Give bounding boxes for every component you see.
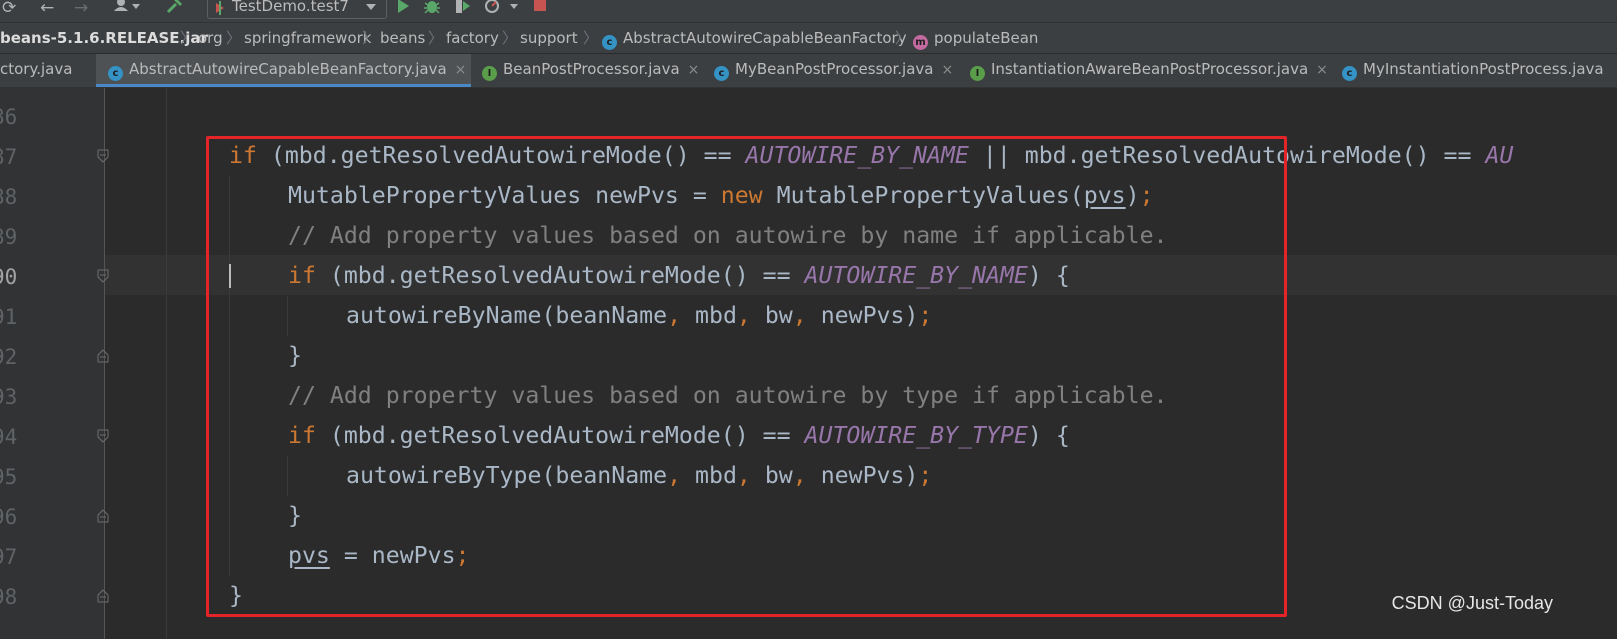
editor-gutter[interactable]: 86 87 88 89 90 91 92 93 94 95 96 97 98 (0, 88, 109, 639)
coverage-icon[interactable] (454, 0, 472, 18)
breadcrumb-class[interactable]: c AbstractAutowireCapableBeanFactory (602, 23, 907, 53)
line-number: 90 (0, 265, 18, 289)
editor-tabs: ctory.java c AbstractAutowireCapableBeanF… (0, 54, 1617, 88)
interface-icon: I (970, 66, 985, 81)
close-icon[interactable]: × (688, 62, 700, 78)
line-number: 87 (0, 145, 18, 169)
annotation-highlight-box (206, 136, 1287, 617)
tab-label: BeanPostProcessor.java (503, 60, 680, 78)
user-icon[interactable] (114, 0, 142, 18)
line-number: 86 (0, 105, 18, 129)
breadcrumb-separator: 〉 (428, 29, 444, 47)
breadcrumb-method-label: populateBean (934, 29, 1039, 47)
line-number: 89 (0, 225, 18, 249)
tab-instantiation-aware-bean-post-processor[interactable]: I InstantiationAwareBeanPostProcessor.jav… (964, 54, 1334, 87)
class-icon: c (714, 66, 729, 81)
tab-label: MyBeanPostProcessor.java (735, 60, 934, 78)
junit-config-icon (214, 0, 226, 15)
fold-end-icon[interactable] (97, 589, 109, 603)
tab-my-instantiation-post-process[interactable]: c MyInstantiationPostProcess.java (1336, 54, 1617, 87)
code-editor[interactable]: 86 87 88 89 90 91 92 93 94 95 96 97 98 (0, 88, 1617, 639)
close-icon[interactable]: × (1316, 62, 1328, 78)
class-icon: c (602, 35, 617, 50)
main-toolbar: ⟳ ← → TestDemo.test7 (0, 0, 1617, 23)
tab-label: ctory.java (0, 60, 73, 78)
class-icon: c (108, 66, 123, 81)
interface-icon: I (482, 66, 497, 81)
breadcrumb-class-label: AbstractAutowireCapableBeanFactory (623, 29, 907, 47)
tab-label: AbstractAutowireCapableBeanFactory.java (129, 60, 447, 78)
fold-collapse-icon[interactable] (97, 429, 109, 443)
method-icon: m (913, 35, 928, 50)
back-icon[interactable]: ← (40, 0, 54, 18)
fold-end-icon[interactable] (97, 509, 109, 523)
breadcrumb-separator: 〉 (180, 29, 196, 47)
breadcrumb-separator: 〉 (502, 29, 518, 47)
stop-icon[interactable] (533, 0, 547, 18)
tab-label: InstantiationAwareBeanPostProcessor.java (991, 60, 1309, 78)
build-hammer-icon[interactable] (166, 0, 184, 18)
line-number: 93 (0, 385, 18, 409)
line-number: 96 (0, 505, 18, 529)
tab-label: MyInstantiationPostProcess.java (1363, 60, 1604, 78)
navigation-breadcrumbs: beans-5.1.6.RELEASE.jar 〉 org 〉 springfr… (0, 23, 1617, 54)
breadcrumb-separator: 〉 (362, 29, 378, 47)
breadcrumb-factory[interactable]: factory (446, 23, 499, 53)
line-number: 92 (0, 345, 18, 369)
profile-icon[interactable] (484, 0, 520, 18)
line-number: 98 (0, 585, 18, 609)
run-icon[interactable] (395, 0, 411, 18)
chevron-down-icon (366, 4, 376, 10)
constant-truncated: AU (1485, 142, 1514, 169)
fold-collapse-icon[interactable] (97, 149, 109, 163)
breadcrumb-org[interactable]: org (198, 23, 223, 53)
ide-window: ⟳ ← → TestDemo.test7 beans-5.1.6.RELEASE… (0, 0, 1617, 639)
breadcrumb-separator: 〉 (226, 29, 242, 47)
breadcrumb-jar[interactable]: beans-5.1.6.RELEASE.jar (0, 23, 208, 53)
line-number: 95 (0, 465, 18, 489)
breadcrumb-method[interactable]: m populateBean (913, 23, 1038, 53)
close-icon[interactable]: × (455, 62, 467, 78)
breadcrumb-separator: 〉 (583, 29, 599, 47)
line-number: 97 (0, 545, 18, 569)
tab-bean-post-processor[interactable]: I BeanPostProcessor.java × (476, 54, 702, 87)
debug-bug-icon[interactable] (423, 0, 441, 18)
run-configuration-selector[interactable]: TestDemo.test7 (207, 0, 387, 19)
csdn-watermark: CSDN @Just-Today (1391, 593, 1553, 613)
breadcrumb-springframework[interactable]: springframework (244, 23, 371, 53)
tab-my-bean-post-processor[interactable]: c MyBeanPostProcessor.java × (708, 54, 960, 87)
fold-collapse-icon[interactable] (97, 269, 109, 283)
tab-abstract-autowire-capable-bean-factory[interactable]: c AbstractAutowireCapableBeanFactory.java… (96, 54, 471, 87)
close-icon[interactable]: × (942, 62, 954, 78)
line-number: 91 (0, 305, 18, 329)
breadcrumb-support[interactable]: support (520, 23, 578, 53)
run-config-label: TestDemo.test7 (232, 0, 349, 15)
line-number: 88 (0, 185, 18, 209)
indent-guide (166, 88, 167, 639)
breadcrumb-separator: 〉 (895, 29, 911, 47)
tab-bean-factory[interactable]: ctory.java (0, 54, 96, 87)
breadcrumb-beans[interactable]: beans (380, 23, 425, 53)
forward-icon[interactable]: → (74, 0, 88, 18)
sync-icon[interactable]: ⟳ (2, 0, 16, 18)
line-number: 94 (0, 425, 18, 449)
fold-end-icon[interactable] (97, 349, 109, 363)
class-icon: c (1342, 66, 1357, 81)
